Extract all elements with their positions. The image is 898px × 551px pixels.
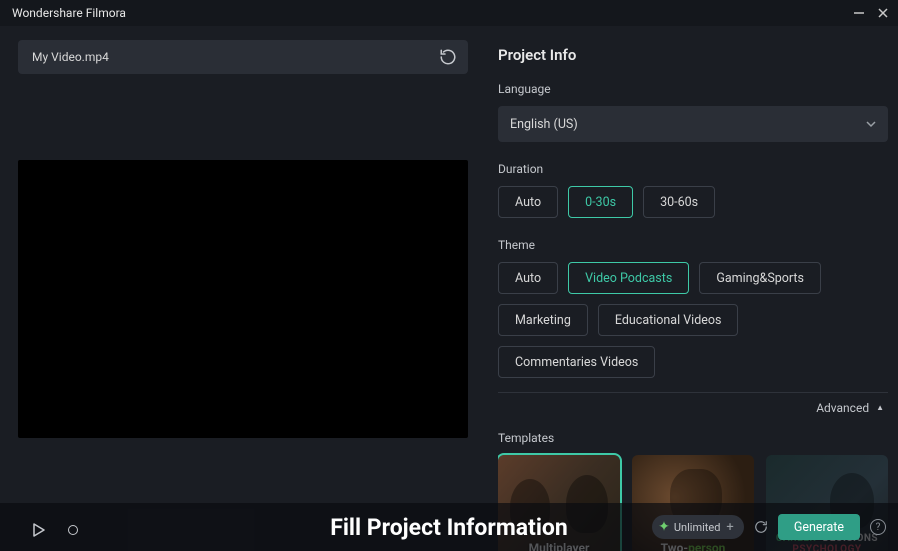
help-icon[interactable]: ? bbox=[870, 519, 886, 535]
theme-option[interactable]: Marketing bbox=[498, 304, 588, 336]
window-title: Wondershare Filmora bbox=[12, 6, 126, 20]
theme-option[interactable]: Commentaries Videos bbox=[498, 346, 655, 378]
theme-option[interactable]: Video Podcasts bbox=[568, 262, 689, 294]
duration-label: Duration bbox=[498, 162, 888, 176]
language-value: English (US) bbox=[510, 117, 578, 132]
play-button[interactable] bbox=[32, 523, 46, 537]
stop-button[interactable] bbox=[68, 525, 78, 535]
theme-options: Auto Video Podcasts Gaming&Sports Marketing… bbox=[498, 262, 888, 378]
theme-option[interactable]: Auto bbox=[498, 262, 558, 294]
window-controls bbox=[852, 6, 890, 20]
templates-label: Templates bbox=[498, 431, 888, 445]
duration-options: Auto 0-30s 30-60s bbox=[498, 186, 888, 218]
caret-up-icon: ▲ bbox=[876, 403, 884, 412]
left-column: My Video.mp4 bbox=[18, 40, 468, 551]
footer-bar: Fill Project Information ✦ Unlimited + G… bbox=[0, 503, 898, 551]
video-preview[interactable] bbox=[18, 160, 468, 438]
plus-icon: + bbox=[726, 520, 733, 535]
theme-option[interactable]: Educational Videos bbox=[598, 304, 739, 336]
advanced-label: Advanced bbox=[816, 401, 869, 415]
reload-icon[interactable] bbox=[438, 47, 458, 67]
credit-label: Unlimited bbox=[674, 521, 721, 534]
playback-controls bbox=[32, 523, 78, 537]
footer-actions: ✦ Unlimited + Generate ? bbox=[652, 514, 886, 540]
titlebar: Wondershare Filmora bbox=[0, 0, 898, 26]
theme-label: Theme bbox=[498, 238, 888, 252]
duration-option[interactable]: Auto bbox=[498, 186, 558, 218]
generate-button[interactable]: Generate bbox=[778, 514, 860, 540]
chevron-down-icon bbox=[866, 119, 876, 129]
duration-option[interactable]: 0-30s bbox=[568, 186, 633, 218]
refresh-icon[interactable] bbox=[754, 520, 768, 534]
language-select[interactable]: English (US) bbox=[498, 106, 888, 142]
file-name: My Video.mp4 bbox=[32, 50, 109, 64]
content: My Video.mp4 Project Info Language Engli… bbox=[0, 26, 898, 551]
advanced-toggle[interactable]: Advanced ▲ bbox=[498, 392, 888, 431]
file-row[interactable]: My Video.mp4 bbox=[18, 40, 468, 74]
panel-title: Project Info bbox=[498, 46, 888, 64]
language-label: Language bbox=[498, 82, 888, 96]
duration-option[interactable]: 30-60s bbox=[643, 186, 715, 218]
credits-pill[interactable]: ✦ Unlimited + bbox=[652, 515, 744, 539]
theme-option[interactable]: Gaming&Sports bbox=[699, 262, 821, 294]
footer-caption: Fill Project Information bbox=[330, 514, 568, 541]
credit-icon: ✦ bbox=[658, 519, 670, 535]
minimize-button[interactable] bbox=[852, 6, 866, 20]
app-window: Wondershare Filmora My Video.mp4 bbox=[0, 0, 898, 551]
right-panel: Project Info Language English (US) Durat… bbox=[498, 40, 898, 551]
close-button[interactable] bbox=[876, 6, 890, 20]
